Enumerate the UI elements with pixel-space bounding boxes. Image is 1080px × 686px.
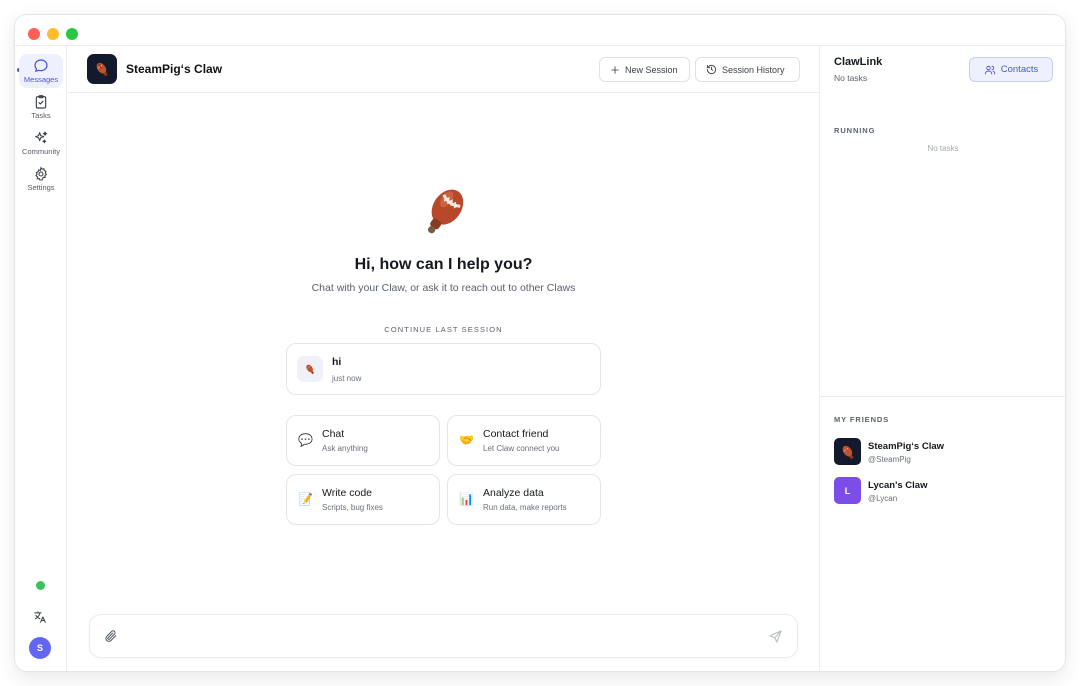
last-session-title: hi <box>332 356 342 368</box>
new-session-label: New Session <box>625 64 678 75</box>
continue-session-label: CONTINUE LAST SESSION <box>384 325 503 334</box>
chat-header: SteamPig‘s Claw New Session Session Hist… <box>68 46 819 93</box>
claw-avatar <box>87 54 117 84</box>
translate-icon[interactable] <box>33 610 47 629</box>
history-icon <box>706 64 717 75</box>
close-window-button[interactable] <box>28 28 40 40</box>
clawlink-title: ClawLink <box>834 56 883 68</box>
handshake-icon: 🤝 <box>459 433 474 447</box>
user-avatar[interactable]: S <box>29 637 51 659</box>
quick-action-title: Analyze data <box>483 487 544 499</box>
rail-item-community[interactable]: Community <box>19 126 63 160</box>
quick-action-contact-friend[interactable]: 🤝 Contact friend Let Claw connect you <box>447 415 601 466</box>
last-session-card[interactable]: hi just now <box>286 343 601 395</box>
claw-hero-icon <box>414 182 474 247</box>
title-bar <box>15 15 1065 46</box>
section-divider <box>820 396 1065 397</box>
zoom-window-button[interactable] <box>66 28 78 40</box>
rail-item-tasks[interactable]: Tasks <box>19 90 63 124</box>
greeting-subtitle: Chat with your Claw, or ask it to reach … <box>311 282 576 294</box>
quick-action-analyze-data[interactable]: 📊 Analyze data Run data, make reports <box>447 474 601 525</box>
rail-item-settings[interactable]: Settings <box>19 162 63 196</box>
friend-name: SteamPig‘s Claw <box>868 441 945 452</box>
contacts-button[interactable]: Contacts <box>969 57 1053 82</box>
session-history-label: Session History <box>722 64 785 75</box>
friend-item-steampig[interactable]: SteamPig‘s Claw @SteamPig <box>834 438 1054 466</box>
app-window: Messages Tasks Community Settings S Stea… <box>15 15 1065 671</box>
minimize-window-button[interactable] <box>47 28 59 40</box>
rail-item-messages[interactable]: Messages <box>19 54 63 88</box>
quick-action-title: Contact friend <box>483 428 549 440</box>
quick-action-subtitle: Ask anything <box>322 444 368 453</box>
rail-label-messages: Messages <box>23 75 59 84</box>
greeting-title: Hi, how can I help you? <box>354 256 533 273</box>
rail-label-tasks: Tasks <box>31 111 51 120</box>
lobster-claw-icon <box>842 445 853 459</box>
send-icon[interactable] <box>768 629 783 649</box>
gear-icon <box>35 166 48 181</box>
online-status-dot <box>36 581 45 590</box>
new-session-button[interactable]: New Session <box>599 57 690 82</box>
sparkles-icon <box>35 131 48 144</box>
chat-main: SteamPig‘s Claw New Session Session Hist… <box>68 46 819 671</box>
quick-action-subtitle: Let Claw connect you <box>483 444 560 453</box>
clawlink-panel: ClawLink No tasks Contacts RUNNING No ta… <box>819 46 1065 671</box>
clipboard-check-icon <box>35 95 47 109</box>
session-history-button[interactable]: Session History <box>695 57 800 82</box>
lobster-claw-icon <box>96 62 108 77</box>
lobster-claw-icon <box>297 356 323 382</box>
claw-name: SteamPig‘s Claw <box>126 62 223 76</box>
rail-label-community: Community <box>22 147 60 156</box>
users-icon <box>984 65 995 74</box>
quick-action-chat[interactable]: 💬 Chat Ask anything <box>286 415 440 466</box>
friends-section-label: MY FRIENDS <box>834 415 890 424</box>
rail-label-settings: Settings <box>27 183 55 192</box>
running-empty-text: No tasks <box>927 144 959 153</box>
quick-action-subtitle: Run data, make reports <box>483 503 567 512</box>
memo-icon: 📝 <box>298 492 313 506</box>
message-bubble-icon <box>34 59 48 72</box>
message-composer <box>89 614 798 658</box>
bar-chart-icon: 📊 <box>459 492 474 506</box>
contacts-label: Contacts <box>1000 64 1039 75</box>
running-section-label: RUNNING <box>834 126 876 135</box>
friend-avatar <box>834 438 861 465</box>
plus-icon <box>611 65 619 74</box>
quick-action-subtitle: Scripts, bug fixes <box>322 503 383 512</box>
last-session-time: just now <box>332 374 362 383</box>
friend-handle: @SteamPig <box>868 455 911 464</box>
quick-action-write-code[interactable]: 📝 Write code Scripts, bug fixes <box>286 474 440 525</box>
friend-handle: @Lycan <box>868 494 898 503</box>
left-rail: Messages Tasks Community Settings S <box>15 46 67 671</box>
speech-balloon-icon: 💬 <box>298 433 313 447</box>
friend-name: Lycan's Claw <box>868 480 928 491</box>
paperclip-icon[interactable] <box>104 629 118 648</box>
quick-action-title: Chat <box>322 428 345 440</box>
friend-avatar: L <box>834 477 861 504</box>
friend-item-lycan[interactable]: L Lycan's Claw @Lycan <box>834 477 1054 505</box>
clawlink-subtitle: No tasks <box>834 73 868 83</box>
message-input[interactable] <box>130 626 750 648</box>
quick-action-title: Write code <box>322 487 372 499</box>
